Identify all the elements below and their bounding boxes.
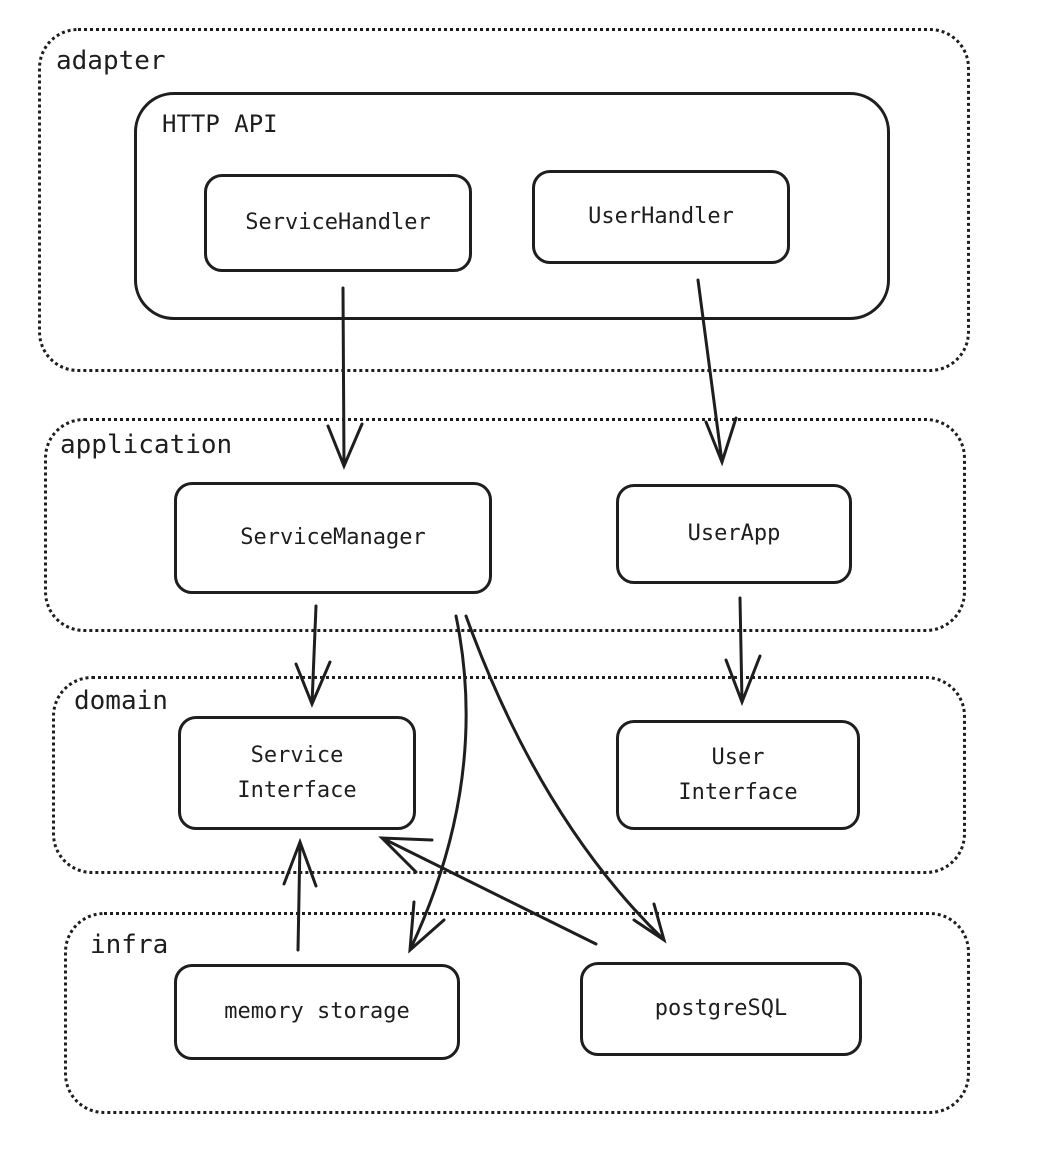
node-user-app: UserApp <box>616 484 852 584</box>
node-service-handler: ServiceHandler <box>204 174 472 272</box>
node-user-handler: UserHandler <box>532 170 790 264</box>
diagram: adapter application domain infra HTTP AP… <box>0 0 1044 1150</box>
arrow-userapp-userinterface <box>724 596 762 707</box>
node-service-interface: Service Interface <box>178 716 416 830</box>
arrow-postgresql-serviceinterface <box>378 836 598 946</box>
arrow-userhandler-userapp <box>696 278 738 467</box>
node-user-interface: User Interface <box>616 720 860 830</box>
arrow-servicehandler-servicemanager <box>326 286 364 470</box>
node-memory-storage: memory storage <box>174 964 460 1060</box>
node-postgresql: postgreSQL <box>580 962 862 1056</box>
arrows <box>282 278 762 954</box>
node-service-manager: ServiceManager <box>174 482 492 594</box>
arrow-servicemanager-memorystorage <box>408 614 468 954</box>
arrow-servicemanager-serviceinterface <box>294 604 332 708</box>
arrow-memorystorage-serviceinterface <box>282 837 318 952</box>
